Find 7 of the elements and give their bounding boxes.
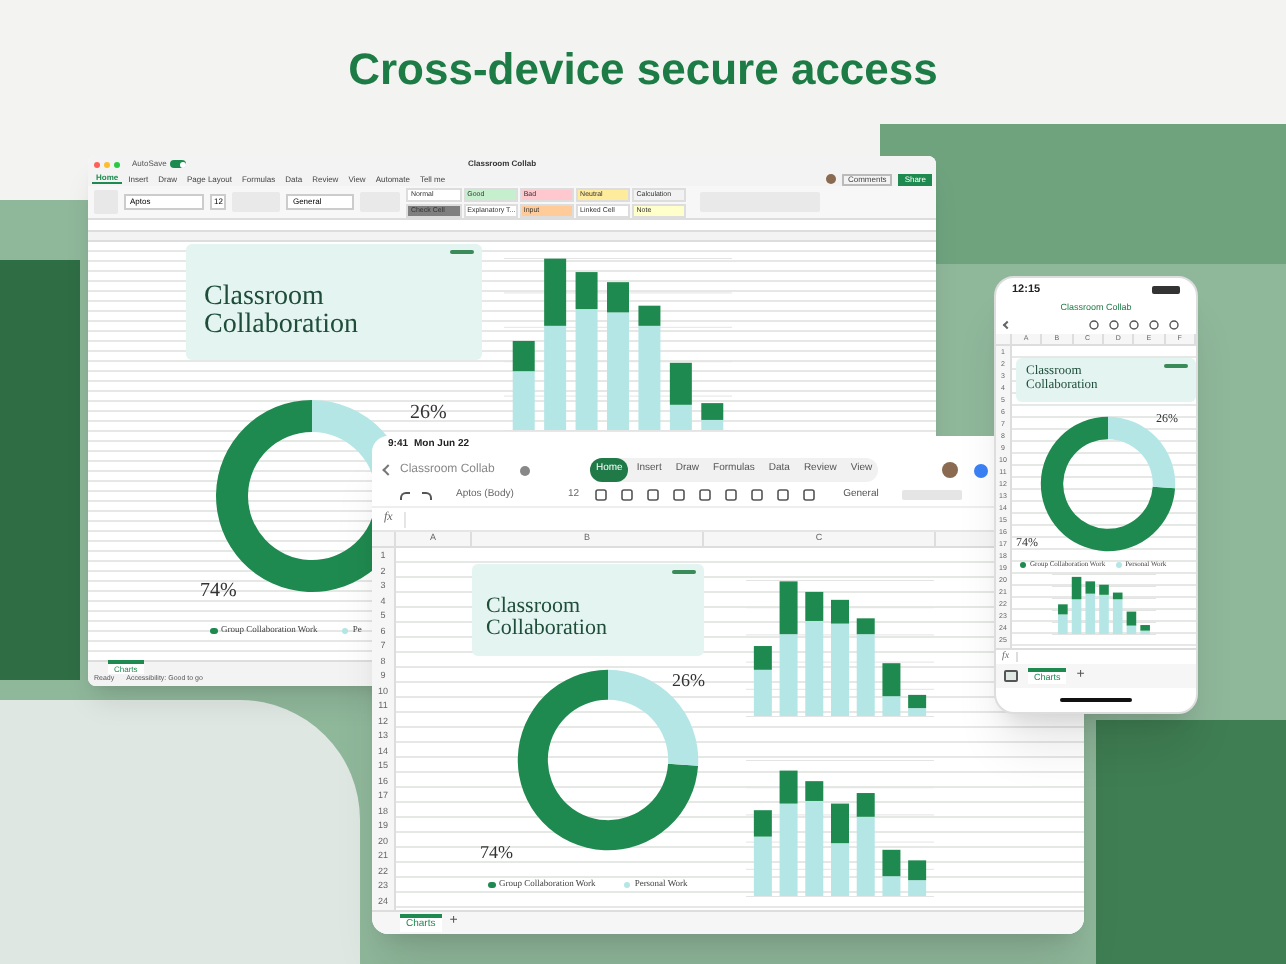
card-title: Classroom Collaboration — [204, 283, 360, 342]
data-label: 26% — [672, 672, 705, 690]
headline: Cross-device secure access — [348, 42, 938, 98]
data-label: 26% — [410, 404, 447, 424]
data-label: 74% — [480, 844, 513, 862]
card-title: Classroom Collaboration — [486, 595, 609, 642]
data-label: 74% — [200, 582, 237, 602]
